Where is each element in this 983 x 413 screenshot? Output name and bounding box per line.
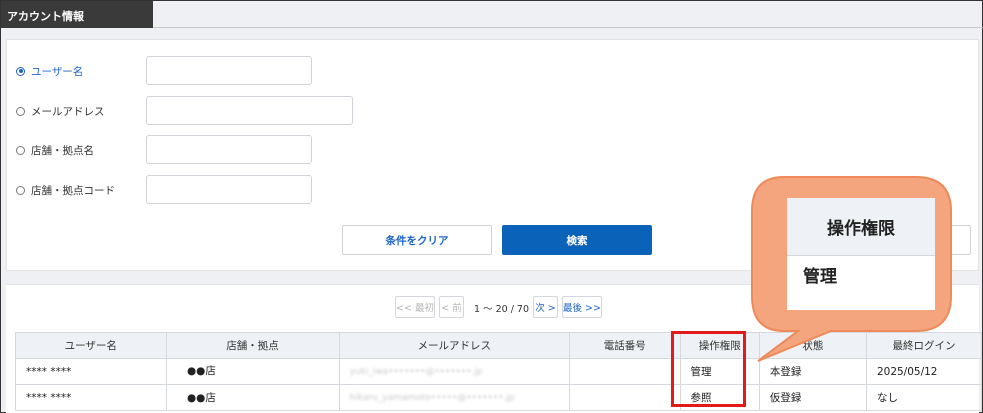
radio-button[interactable] xyxy=(16,66,25,76)
col-header-store[interactable]: 店舗・拠点 xyxy=(165,332,340,359)
callout-header: 操作権限 xyxy=(787,198,935,256)
store-name-input[interactable] xyxy=(146,135,312,164)
permission-highlight-box xyxy=(671,331,746,407)
store-cell-text: ●●店 xyxy=(187,392,216,404)
email-input[interactable] xyxy=(146,96,353,125)
col-header-phone[interactable]: 電話番号 xyxy=(569,332,681,359)
cell-username: **** **** xyxy=(15,358,167,385)
next-page-button[interactable]: 次 > xyxy=(533,296,558,318)
store-cell-text: ●●店 xyxy=(187,365,216,377)
store-code-input[interactable] xyxy=(146,175,312,204)
radio-button[interactable] xyxy=(16,185,25,195)
page-info: 1 〜 20 / 70 xyxy=(474,304,530,315)
radio-username[interactable]: ユーザー名 xyxy=(16,56,83,86)
callout-zoom-panel: 操作権限 管理 xyxy=(787,198,935,310)
cell-email: yuki_iwa•••••••@•••••••.jp xyxy=(338,358,571,385)
page-title-tab: アカウント情報 xyxy=(1,1,153,28)
callout-value: 管理 xyxy=(803,267,837,287)
radio-button[interactable] xyxy=(16,106,25,116)
radio-email[interactable]: メールアドレス xyxy=(16,96,105,126)
col-header-email[interactable]: メールアドレス xyxy=(338,332,571,359)
cell-status: 仮登録 xyxy=(758,384,867,411)
radio-button[interactable] xyxy=(16,145,25,155)
search-button[interactable]: 検索 xyxy=(502,225,652,255)
radio-label: 店舗・拠点コード xyxy=(31,184,115,197)
username-input[interactable] xyxy=(146,56,312,85)
window-frame: アカウント情報 ユーザー名 メールアドレス 店舗・拠点名 店舗・拠点コード 条件… xyxy=(0,0,983,413)
radio-store-code[interactable]: 店舗・拠点コード xyxy=(16,175,115,205)
cell-username: **** **** xyxy=(15,384,167,411)
radio-label: ユーザー名 xyxy=(31,65,84,78)
cell-last-login: なし xyxy=(865,384,983,411)
first-page-button[interactable]: << 最初 xyxy=(395,296,435,318)
cell-email: hikaru_yamamoto•••••@•••••••.jp xyxy=(338,384,571,411)
col-header-username[interactable]: ユーザー名 xyxy=(15,332,167,359)
radio-label: メールアドレス xyxy=(31,105,105,118)
clear-conditions-button[interactable]: 条件をクリア xyxy=(342,225,492,255)
table-row[interactable]: **** **** hikaru_yamamoto•••••@•••••••.j… xyxy=(15,384,983,411)
prev-page-button[interactable]: < 前 xyxy=(439,296,464,318)
last-page-button[interactable]: 最後 >> xyxy=(562,296,602,318)
cell-phone xyxy=(569,384,681,411)
radio-store-name[interactable]: 店舗・拠点名 xyxy=(16,135,94,165)
radio-label: 店舗・拠点名 xyxy=(31,144,94,157)
cell-phone xyxy=(569,358,681,385)
title-divider xyxy=(153,27,983,28)
